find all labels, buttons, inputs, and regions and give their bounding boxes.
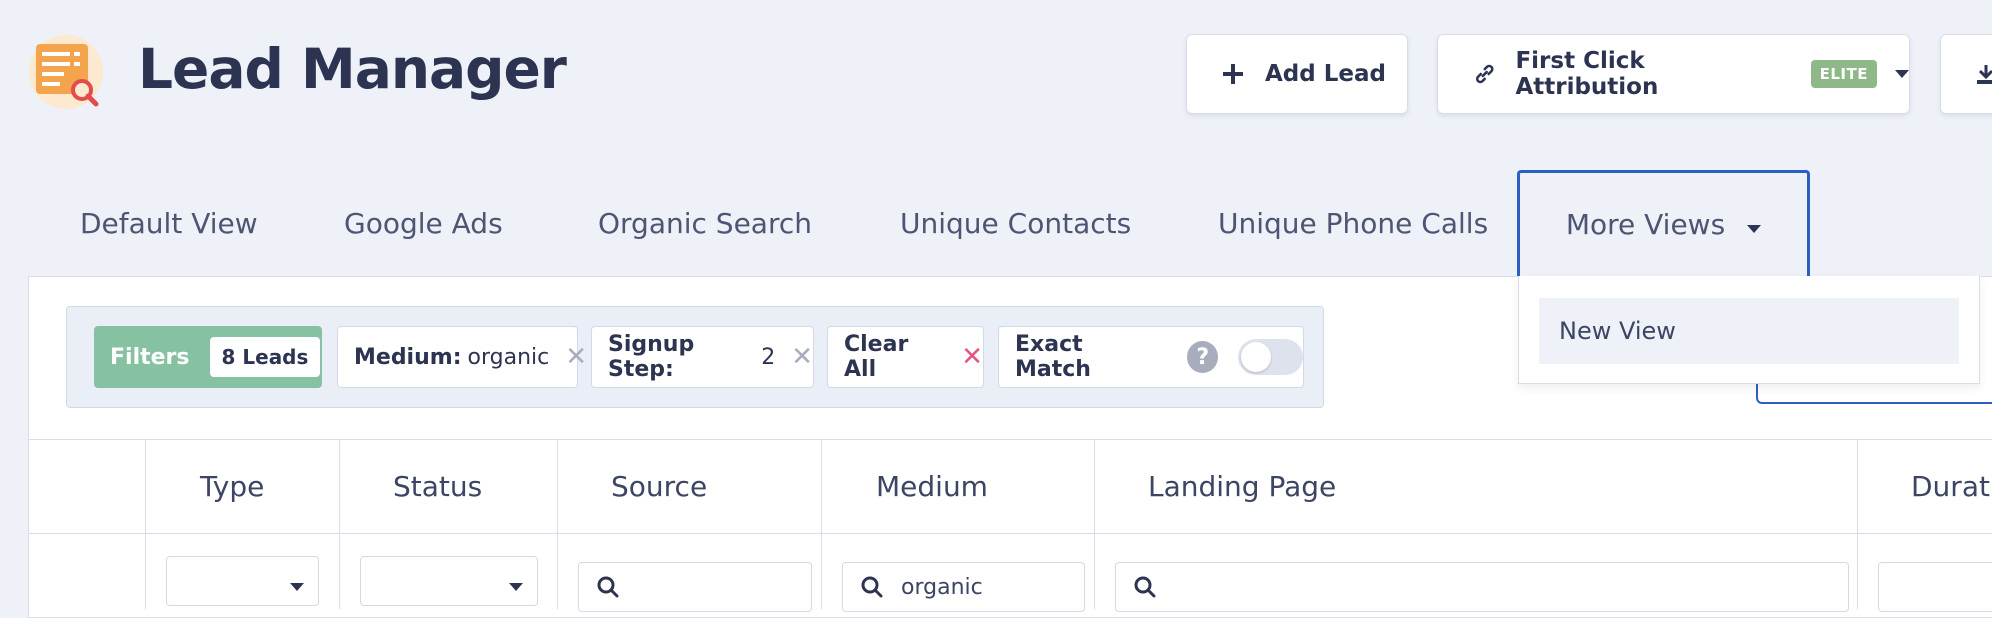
chevron-down-icon bbox=[1747, 224, 1762, 233]
landing-page-search-input[interactable] bbox=[1115, 562, 1849, 612]
menu-item-new-view[interactable]: New View bbox=[1539, 298, 1959, 364]
tab-more-views[interactable]: More Views bbox=[1517, 170, 1810, 276]
help-icon[interactable]: ? bbox=[1187, 341, 1219, 373]
filter-chip-value: organic bbox=[467, 344, 550, 370]
column-divider bbox=[821, 439, 822, 609]
page-title: Lead Manager bbox=[138, 37, 567, 101]
column-divider bbox=[145, 439, 146, 609]
exact-match-label: Exact Match bbox=[1015, 332, 1091, 382]
filter-chip-value: 2 bbox=[761, 344, 776, 370]
leads-count-badge: 8 Leads bbox=[209, 337, 321, 377]
column-header-duration[interactable]: Durati bbox=[1911, 446, 1992, 526]
source-search-input[interactable] bbox=[578, 562, 812, 612]
tab-label: Unique Contacts bbox=[900, 206, 1132, 240]
column-header-landing-page[interactable]: Landing Page bbox=[1148, 446, 1336, 526]
chevron-down-icon bbox=[509, 583, 523, 591]
filters-button[interactable]: Filters 8 Leads bbox=[94, 326, 322, 388]
filter-chip-key: Signup Step: bbox=[608, 332, 695, 382]
status-filter-select[interactable] bbox=[360, 556, 538, 606]
attribution-dropdown-button[interactable]: First Click Attribution ELITE bbox=[1437, 34, 1910, 114]
attribution-label: First Click Attribution bbox=[1515, 48, 1659, 100]
table-header-bottom-border bbox=[28, 533, 1992, 534]
tab-label: Organic Search bbox=[598, 206, 813, 240]
column-header-status[interactable]: Status bbox=[393, 446, 482, 526]
hidden-action-button[interactable] bbox=[1756, 384, 1992, 404]
download-button[interactable] bbox=[1940, 34, 1992, 114]
column-header-type[interactable]: Type bbox=[200, 446, 264, 526]
plus-icon bbox=[1223, 64, 1243, 84]
close-icon[interactable]: ✕ bbox=[791, 342, 813, 372]
close-icon: ✕ bbox=[961, 342, 983, 372]
column-header-medium[interactable]: Medium bbox=[876, 446, 988, 526]
exact-match-control: Exact Match ? bbox=[998, 326, 1304, 388]
tab-organic-search[interactable]: Organic Search bbox=[598, 170, 812, 276]
tab-google-ads[interactable]: Google Ads bbox=[344, 170, 503, 276]
clear-all-label: Clear All bbox=[844, 332, 909, 382]
tab-label: Google Ads bbox=[344, 206, 503, 240]
exact-match-toggle[interactable] bbox=[1238, 339, 1303, 375]
tab-default-view[interactable]: Default View bbox=[80, 170, 258, 276]
add-lead-button[interactable]: Add Lead bbox=[1186, 34, 1408, 114]
tab-label: Default View bbox=[80, 206, 258, 240]
elite-badge: ELITE bbox=[1810, 60, 1877, 88]
column-divider bbox=[1857, 439, 1858, 609]
filter-chip-key: Medium: bbox=[354, 344, 462, 370]
clear-all-button[interactable]: Clear All ✕ bbox=[827, 326, 984, 388]
medium-search-value: organic bbox=[901, 574, 983, 600]
tab-unique-contacts[interactable]: Unique Contacts bbox=[900, 170, 1131, 276]
search-icon bbox=[597, 576, 619, 598]
filter-chip-medium[interactable]: Medium: organic ✕ bbox=[337, 326, 587, 388]
tab-unique-phone-calls[interactable]: Unique Phone Calls bbox=[1218, 170, 1488, 276]
search-icon bbox=[861, 576, 883, 598]
search-icon bbox=[1134, 576, 1156, 598]
add-lead-label: Add Lead bbox=[1265, 61, 1386, 87]
column-divider bbox=[557, 439, 558, 609]
lead-manager-logo-icon bbox=[28, 34, 104, 112]
medium-search-input[interactable]: organic bbox=[842, 562, 1085, 612]
tab-label: More Views bbox=[1565, 208, 1726, 241]
table-header-top-border bbox=[28, 439, 1992, 440]
chevron-down-icon bbox=[1895, 70, 1909, 78]
duration-filter-input[interactable] bbox=[1878, 562, 1992, 612]
toggle-knob bbox=[1241, 342, 1272, 372]
chevron-down-icon bbox=[290, 583, 304, 591]
filter-chip-signup-step[interactable]: Signup Step: 2 ✕ bbox=[591, 326, 814, 388]
close-icon[interactable]: ✕ bbox=[565, 342, 587, 372]
tab-label: Unique Phone Calls bbox=[1218, 206, 1489, 240]
column-header-source[interactable]: Source bbox=[611, 446, 707, 526]
download-icon bbox=[1977, 65, 1992, 84]
filters-label: Filters bbox=[110, 344, 190, 370]
column-divider bbox=[339, 439, 340, 609]
link-icon bbox=[1475, 64, 1494, 84]
type-filter-select[interactable] bbox=[166, 556, 319, 606]
column-divider bbox=[1094, 439, 1095, 609]
